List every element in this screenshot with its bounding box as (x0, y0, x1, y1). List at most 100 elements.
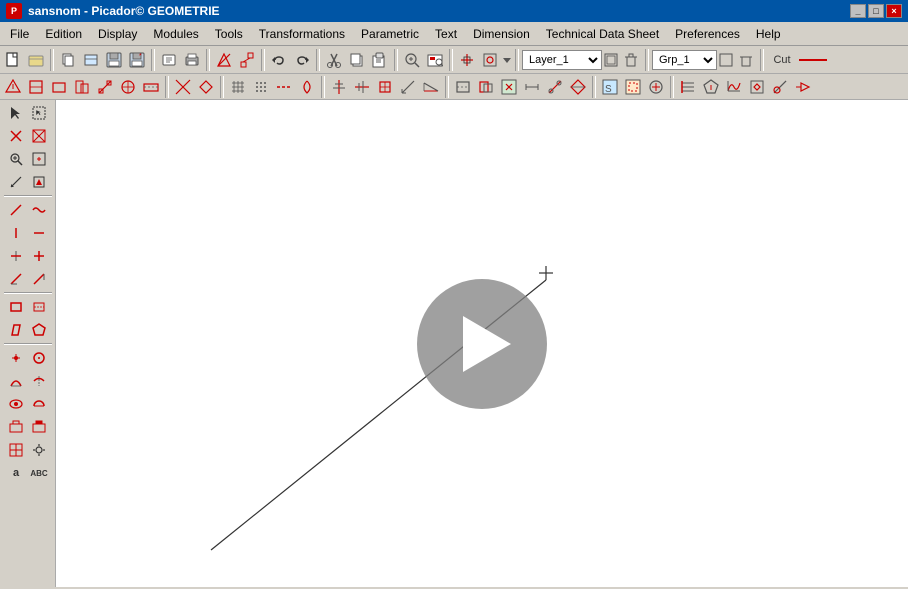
measure-btn-2[interactable] (420, 76, 442, 98)
lt-btn-halfcircle[interactable] (28, 393, 50, 415)
grid-btn-2[interactable] (250, 76, 272, 98)
lt-btn-zoom2[interactable] (28, 148, 50, 170)
grp-trash[interactable] (735, 49, 757, 71)
lt-btn-wave[interactable] (28, 199, 50, 221)
obj-btn-3[interactable] (498, 76, 520, 98)
menu-edition[interactable]: Edition (37, 23, 90, 45)
menu-dimension[interactable]: Dimension (465, 23, 538, 45)
menu-tools[interactable]: Tools (207, 23, 251, 45)
snap-btn-2[interactable] (25, 76, 47, 98)
align-btn-3[interactable] (374, 76, 396, 98)
lt-btn-cross[interactable] (5, 125, 27, 147)
lt-btn-settings[interactable] (28, 439, 50, 461)
snap-btn-9[interactable] (195, 76, 217, 98)
align-btn-2[interactable] (351, 76, 373, 98)
right-btn-1[interactable] (677, 76, 699, 98)
lt-btn-block[interactable] (5, 416, 27, 438)
save2-button[interactable]: * (126, 49, 148, 71)
lt-btn-rect[interactable] (5, 296, 27, 318)
snap-btn-5[interactable] (94, 76, 116, 98)
lt-btn-arc[interactable] (5, 370, 27, 392)
right-btn-5[interactable] (769, 76, 791, 98)
menu-technical-data-sheet[interactable]: Technical Data Sheet (538, 23, 667, 45)
menu-modules[interactable]: Modules (145, 23, 206, 45)
snap-btn-11[interactable] (296, 76, 318, 98)
tb-icon-7[interactable] (236, 49, 258, 71)
lt-btn-plus-fine[interactable] (28, 245, 50, 267)
menu-text[interactable]: Text (427, 23, 465, 45)
lt-btn-pt[interactable] (5, 347, 27, 369)
menu-help[interactable]: Help (748, 23, 789, 45)
new-button[interactable] (2, 49, 24, 71)
right-btn-6[interactable] (792, 76, 814, 98)
menu-display[interactable]: Display (90, 23, 145, 45)
snap-btn-1[interactable] (2, 76, 24, 98)
lt-btn-text[interactable]: a (5, 462, 27, 484)
menu-preferences[interactable]: Preferences (667, 23, 748, 45)
print-preview-button[interactable] (158, 49, 180, 71)
canvas-area[interactable] (56, 100, 908, 587)
print-button[interactable] (181, 49, 203, 71)
lt-btn-circle[interactable] (28, 347, 50, 369)
layer-icon[interactable] (603, 49, 619, 71)
paste-button[interactable] (369, 49, 391, 71)
obj-btn-5[interactable] (544, 76, 566, 98)
obj-btn-1[interactable] (452, 76, 474, 98)
right-btn-2[interactable] (700, 76, 722, 98)
view-btn-3[interactable] (645, 76, 667, 98)
lt-btn-zoom[interactable] (5, 148, 27, 170)
lt-select-btn[interactable] (5, 102, 27, 124)
grp-icon[interactable] (718, 49, 734, 71)
snap-btn-3[interactable] (48, 76, 70, 98)
lt-btn-parallelogram[interactable] (5, 319, 27, 341)
right-btn-4[interactable] (746, 76, 768, 98)
linetype-color[interactable] (798, 49, 828, 71)
copy-button[interactable] (346, 49, 368, 71)
lt-btn-grid[interactable] (5, 439, 27, 461)
snap-btn-10[interactable] (273, 76, 295, 98)
maximize-button[interactable]: □ (868, 4, 884, 18)
save-button[interactable] (103, 49, 125, 71)
lt-btn-diag1[interactable] (5, 268, 27, 290)
snap-btn-7[interactable] (140, 76, 162, 98)
snap-icon-1[interactable] (456, 49, 478, 71)
snap-icon-2[interactable] (479, 49, 501, 71)
lt-btn-text-abc[interactable]: ABC (28, 462, 50, 484)
lt-btn-hline[interactable] (28, 222, 50, 244)
obj-btn-4[interactable] (521, 76, 543, 98)
lt-btn-vline[interactable] (5, 222, 27, 244)
layer-combo[interactable]: Layer_1 (522, 50, 602, 70)
open-button[interactable] (25, 49, 47, 71)
lt-btn-diag2[interactable] (28, 268, 50, 290)
tb-icon-2[interactable] (57, 49, 79, 71)
close-button[interactable]: × (886, 4, 902, 18)
right-btn-3[interactable] (723, 76, 745, 98)
align-btn-1[interactable] (328, 76, 350, 98)
tb-icon-3[interactable] (80, 49, 102, 71)
minimize-button[interactable]: _ (850, 4, 866, 18)
menu-transformations[interactable]: Transformations (251, 23, 353, 45)
obj-btn-2[interactable] (475, 76, 497, 98)
snap-btn-6[interactable] (117, 76, 139, 98)
view-btn-1[interactable]: S (599, 76, 621, 98)
lt-btn-arc2[interactable] (28, 370, 50, 392)
lt-btn-fill[interactable] (28, 171, 50, 193)
layer-trash[interactable] (620, 49, 642, 71)
lt-btn-cross-h[interactable] (5, 245, 27, 267)
play-button[interactable] (417, 279, 547, 409)
view-btn-2[interactable] (622, 76, 644, 98)
lt-btn-polygon[interactable] (28, 319, 50, 341)
zoom-window-button[interactable] (401, 49, 423, 71)
lt-btn-rect2[interactable] (28, 296, 50, 318)
tb-icon-6[interactable] (213, 49, 235, 71)
menu-file[interactable]: File (2, 23, 37, 45)
lt-btn-box-cross[interactable] (28, 125, 50, 147)
dropdown-arrow[interactable] (502, 49, 512, 71)
lt-select2-btn[interactable] (28, 102, 50, 124)
grid-btn-1[interactable] (227, 76, 249, 98)
lt-btn-eye[interactable] (5, 393, 27, 415)
lt-btn-line[interactable] (5, 199, 27, 221)
snap-btn-4[interactable] (71, 76, 93, 98)
grp-combo[interactable]: Grp_1 (652, 50, 717, 70)
measure-btn-1[interactable] (397, 76, 419, 98)
